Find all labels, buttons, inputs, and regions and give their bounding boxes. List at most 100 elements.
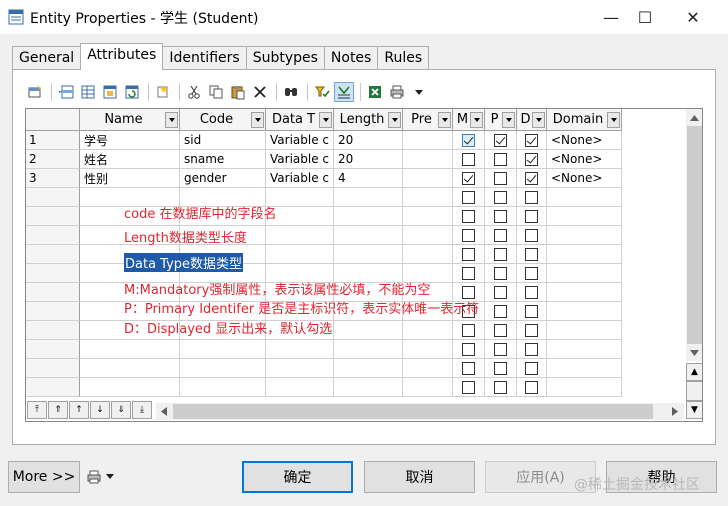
table-row[interactable]: 2 姓名 sname Variable c 20 <None> xyxy=(26,150,622,169)
empty-cell[interactable] xyxy=(403,226,453,245)
empty-cell[interactable] xyxy=(26,359,80,378)
primary-checkbox[interactable] xyxy=(494,171,507,185)
column-header-data-type[interactable]: Data T xyxy=(266,109,334,131)
scroll-thumb[interactable] xyxy=(687,126,702,344)
empty-cell[interactable] xyxy=(26,264,80,283)
empty-checkbox[interactable] xyxy=(525,304,538,318)
scroll-up-icon[interactable] xyxy=(686,109,702,126)
empty-cell[interactable] xyxy=(180,378,266,397)
empty-cell[interactable] xyxy=(26,207,80,226)
scroll-down-icon[interactable] xyxy=(686,344,702,361)
empty-cell[interactable] xyxy=(180,359,266,378)
empty-cell[interactable] xyxy=(517,226,547,245)
empty-cell[interactable] xyxy=(547,340,622,359)
empty-checkbox[interactable] xyxy=(494,323,507,337)
empty-cell[interactable] xyxy=(547,226,622,245)
empty-cell[interactable] xyxy=(547,245,622,264)
chevron-down-icon[interactable] xyxy=(438,111,451,128)
ok-button[interactable]: 确定 xyxy=(242,461,353,493)
empty-cell[interactable] xyxy=(26,378,80,397)
empty-cell[interactable] xyxy=(334,207,403,226)
chevron-down-icon[interactable] xyxy=(165,111,178,128)
empty-cell[interactable] xyxy=(403,321,453,340)
empty-cell[interactable] xyxy=(26,340,80,359)
empty-cell[interactable] xyxy=(547,283,622,302)
primary-checkbox[interactable] xyxy=(494,152,507,166)
empty-cell[interactable] xyxy=(517,302,547,321)
filter-icon[interactable] xyxy=(312,82,332,102)
precision-cell[interactable] xyxy=(403,150,453,169)
empty-checkbox[interactable] xyxy=(494,304,507,318)
chevron-down-icon[interactable] xyxy=(251,111,264,128)
empty-checkbox[interactable] xyxy=(462,247,475,261)
empty-cell[interactable] xyxy=(266,340,334,359)
empty-cell[interactable] xyxy=(453,359,485,378)
empty-cell[interactable] xyxy=(26,302,80,321)
empty-cell[interactable] xyxy=(403,188,453,207)
empty-cell[interactable] xyxy=(517,188,547,207)
empty-cell[interactable] xyxy=(517,264,547,283)
empty-checkbox[interactable] xyxy=(462,323,475,337)
cancel-button[interactable]: 取消 xyxy=(364,461,475,493)
row-number[interactable]: 2 xyxy=(26,150,80,169)
empty-cell[interactable] xyxy=(403,245,453,264)
print-icon[interactable] xyxy=(387,82,407,102)
row-number[interactable]: 3 xyxy=(26,169,80,188)
tab-notes[interactable]: Notes xyxy=(323,46,379,70)
scroll-thumb[interactable] xyxy=(173,404,653,419)
empty-cell[interactable] xyxy=(334,321,403,340)
close-button[interactable]: ✕ xyxy=(670,0,716,34)
empty-cell[interactable] xyxy=(517,378,547,397)
scroll-left-icon[interactable] xyxy=(161,407,167,416)
row-number[interactable]: 1 xyxy=(26,131,80,150)
move-bottom-icon[interactable]: ⤓ xyxy=(132,401,152,419)
column-header-precision[interactable]: Pre xyxy=(403,109,453,131)
empty-cell[interactable] xyxy=(517,283,547,302)
column-header-mandatory[interactable]: M xyxy=(453,109,485,131)
column-header-domain[interactable]: Domain xyxy=(547,109,622,131)
empty-cell[interactable] xyxy=(517,207,547,226)
add-row-icon[interactable] xyxy=(78,82,98,102)
name-cell[interactable]: 学号 xyxy=(80,131,180,150)
empty-checkbox[interactable] xyxy=(494,190,507,204)
chevron-down-icon[interactable] xyxy=(502,111,515,128)
tab-rules[interactable]: Rules xyxy=(377,46,430,70)
empty-cell[interactable] xyxy=(517,321,547,340)
tab-general[interactable]: General xyxy=(12,46,82,70)
move-page-up-icon[interactable]: ⇑ xyxy=(48,401,68,419)
primary-checkbox[interactable] xyxy=(494,133,507,147)
empty-cell[interactable] xyxy=(334,226,403,245)
empty-checkbox[interactable] xyxy=(525,380,538,394)
chevron-down-icon[interactable] xyxy=(607,111,620,128)
empty-checkbox[interactable] xyxy=(525,209,538,223)
length-cell[interactable]: 4 xyxy=(334,169,403,188)
domain-cell[interactable]: <None> xyxy=(547,169,622,188)
empty-cell[interactable] xyxy=(453,188,485,207)
empty-cell[interactable] xyxy=(547,359,622,378)
more-button[interactable]: More >> xyxy=(8,461,80,493)
column-header-name[interactable]: Name xyxy=(80,109,180,131)
empty-cell[interactable] xyxy=(453,264,485,283)
empty-cell[interactable] xyxy=(485,245,517,264)
domain-cell[interactable]: <None> xyxy=(547,150,622,169)
empty-cell[interactable] xyxy=(485,340,517,359)
print-menu-button[interactable] xyxy=(86,468,120,486)
name-cell[interactable]: 姓名 xyxy=(80,150,180,169)
column-header-primary[interactable]: P xyxy=(485,109,517,131)
scroll-right-icon[interactable] xyxy=(672,407,678,416)
empty-cell[interactable] xyxy=(547,302,622,321)
empty-checkbox[interactable] xyxy=(525,342,538,356)
find-icon[interactable] xyxy=(281,82,301,102)
empty-cell[interactable] xyxy=(453,378,485,397)
empty-cell[interactable] xyxy=(334,340,403,359)
empty-cell[interactable] xyxy=(403,378,453,397)
empty-cell[interactable] xyxy=(26,188,80,207)
code-cell[interactable]: gender xyxy=(180,169,266,188)
empty-cell[interactable] xyxy=(485,359,517,378)
empty-cell[interactable] xyxy=(180,340,266,359)
empty-checkbox[interactable] xyxy=(462,361,475,375)
empty-cell[interactable] xyxy=(517,340,547,359)
empty-cell[interactable] xyxy=(334,359,403,378)
maximize-button[interactable]: ☐ xyxy=(622,0,668,34)
tab-attributes[interactable]: Attributes xyxy=(80,43,164,70)
